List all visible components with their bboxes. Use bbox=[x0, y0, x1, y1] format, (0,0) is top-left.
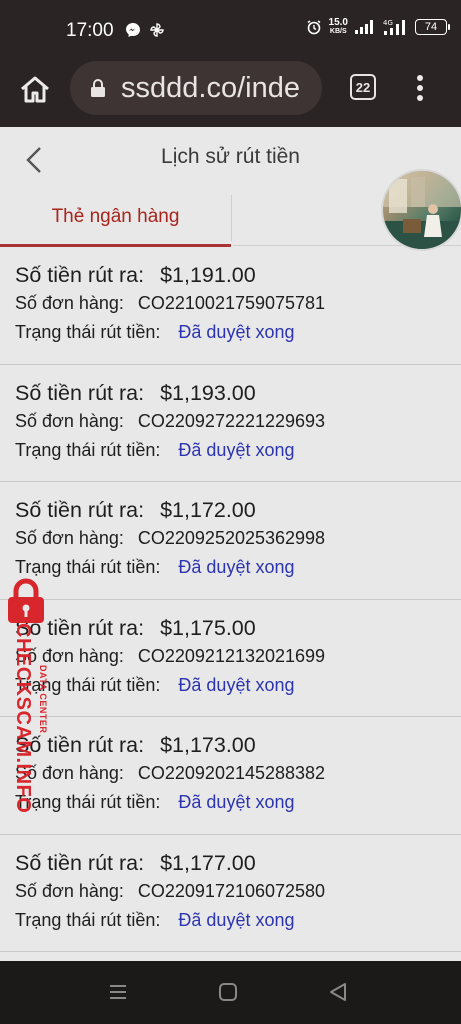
status-indicators: 15.0 KB/S 4G 74 bbox=[306, 17, 450, 36]
amount-value: $1,193.00 bbox=[160, 380, 256, 405]
order-number: CO2209272221229693 bbox=[137, 410, 326, 431]
watermark-lock-icon bbox=[8, 578, 44, 623]
tab-switcher-button[interactable]: 22 bbox=[350, 74, 376, 100]
tab-bank-card[interactable]: Thẻ ngân hàng bbox=[0, 189, 231, 247]
amount-value: $1,173.00 bbox=[160, 733, 256, 757]
status-value: Đã duyệt xong bbox=[178, 557, 295, 577]
floating-avatar[interactable] bbox=[381, 169, 461, 251]
battery-indicator: 74 bbox=[415, 19, 450, 35]
order-number: CO2209212132021699 bbox=[137, 645, 326, 666]
back-nav-icon[interactable] bbox=[327, 981, 349, 1003]
withdrawal-item[interactable]: Số tiền rút ra: $1,191.00 Số đơn hàng: CO2… bbox=[0, 247, 461, 365]
address-bar[interactable]: ssddd.co/inde bbox=[70, 61, 322, 115]
withdrawal-item[interactable]: Số tiền rút ra: $1,177.00 Số đơn hàng: CO2… bbox=[0, 835, 461, 952]
status-value: Đã duyệt xong bbox=[178, 674, 295, 695]
amount-label: Số tiền rút ra: bbox=[15, 498, 145, 522]
amount-value: $1,191.00 bbox=[160, 263, 256, 287]
withdrawal-item[interactable]: Số tiền rút ra: $1,193.00 Số đơn hàng: CO2… bbox=[0, 365, 461, 482]
status-bar: 17:00 15.0 KB/S 4G 74 bbox=[0, 0, 461, 60]
checkscam-watermark: CHECKSCAM.INFO DATA CENTER bbox=[0, 577, 50, 813]
browser-toolbar: ssddd.co/inde 22 bbox=[0, 60, 461, 127]
alarm-icon bbox=[307, 20, 321, 35]
messenger-icon bbox=[126, 23, 140, 37]
amount-value: $1,177.00 bbox=[160, 850, 256, 875]
withdrawal-list: Số tiền rút ra: $1,191.00 Số đơn hàng: CO2… bbox=[0, 247, 461, 952]
web-page: Lịch sử rút tiền Thẻ ngân hàng Số tiền r… bbox=[0, 127, 461, 961]
home-nav-icon[interactable] bbox=[217, 981, 239, 1003]
status-value: Đã duyệt xong bbox=[178, 909, 295, 930]
status-label: Trạng thái rút tiền: bbox=[15, 322, 161, 342]
pinwheel-icon bbox=[150, 23, 164, 37]
order-label: Số đơn hàng: bbox=[15, 880, 124, 901]
svg-text:4G: 4G bbox=[383, 19, 393, 27]
order-label: Số đơn hàng: bbox=[15, 528, 124, 548]
status-value: Đã duyệt xong bbox=[178, 439, 295, 460]
status-label: Trạng thái rút tiền: bbox=[15, 439, 161, 460]
order-number: CO2209172106072580 bbox=[137, 880, 326, 901]
tab-divider bbox=[231, 195, 232, 241]
amount-label: Số tiền rút ra: bbox=[15, 850, 145, 875]
network-speed: 15.0 KB/S bbox=[328, 17, 348, 36]
signal-4g-icon: 4G bbox=[383, 19, 405, 35]
status-value: Đã duyệt xong bbox=[178, 792, 295, 812]
amount-value: $1,172.00 bbox=[160, 498, 256, 522]
signal-icon bbox=[355, 20, 373, 34]
recent-apps-icon[interactable] bbox=[107, 981, 129, 1003]
withdrawal-item[interactable]: Số tiền rút ra: $1,173.00 Số đơn hàng: CO2… bbox=[0, 717, 461, 835]
order-number: CO2209252025362998 bbox=[137, 528, 326, 548]
amount-label: Số tiền rút ra: bbox=[15, 380, 145, 405]
order-number: CO2210021759075781 bbox=[137, 293, 326, 313]
order-label: Số đơn hàng: bbox=[15, 410, 124, 431]
order-number: CO2209202145288382 bbox=[137, 763, 326, 783]
more-menu-icon[interactable] bbox=[408, 74, 432, 102]
lock-icon bbox=[91, 79, 105, 97]
url-text: ssddd.co/inde bbox=[121, 72, 300, 104]
home-icon[interactable] bbox=[18, 73, 52, 107]
withdrawal-item[interactable]: Số tiền rút ra: $1,175.00 Số đơn hàng: CO2… bbox=[0, 600, 461, 717]
withdrawal-item[interactable]: Số tiền rút ra: $1,172.00 Số đơn hàng: CO2… bbox=[0, 482, 461, 600]
order-label: Số đơn hàng: bbox=[15, 293, 124, 313]
page-header: Lịch sử rút tiền bbox=[0, 127, 461, 189]
page-title: Lịch sử rút tiền bbox=[161, 145, 300, 168]
amount-value: $1,175.00 bbox=[160, 615, 256, 640]
avatar-photo bbox=[383, 171, 461, 249]
system-nav-bar bbox=[0, 961, 461, 1024]
status-time: 17:00 bbox=[66, 20, 114, 41]
status-value: Đã duyệt xong bbox=[178, 322, 295, 342]
amount-label: Số tiền rút ra: bbox=[15, 263, 145, 287]
status-label: Trạng thái rút tiền: bbox=[15, 909, 161, 930]
